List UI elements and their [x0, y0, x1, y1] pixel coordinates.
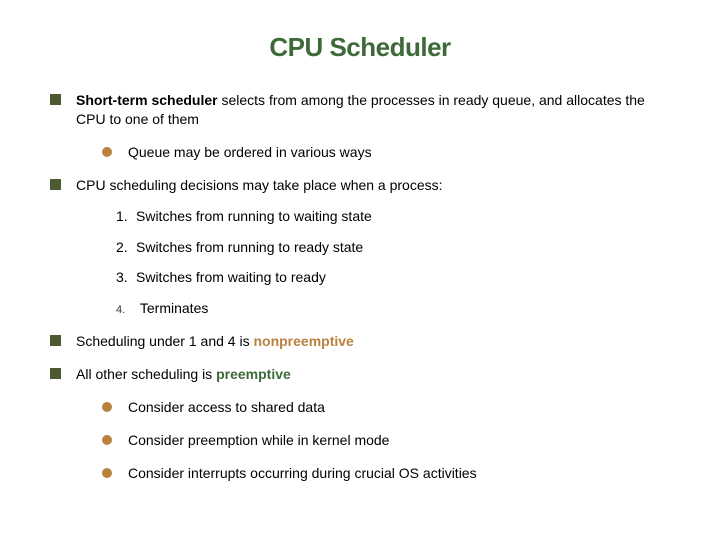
square-bullet-icon — [50, 368, 61, 379]
numbered-2: 2.Switches from running to ready state — [116, 238, 670, 257]
subbullet-4-2-text: Consider preemption while in kernel mode — [128, 432, 389, 448]
circle-bullet-icon — [102, 435, 112, 445]
bullet-4-prefix: All other scheduling is — [76, 366, 216, 382]
bullet-4: All other scheduling is preemptive Consi… — [50, 365, 670, 483]
numbered-4: 4. Terminates — [116, 299, 670, 318]
subbullet-4-2: Consider preemption while in kernel mode — [102, 431, 670, 450]
slide-title: CPU Scheduler — [50, 30, 670, 65]
bullet-1: Short-term scheduler selects from among … — [50, 91, 670, 162]
circle-bullet-icon — [102, 402, 112, 412]
numbered-1: 1.Switches from running to waiting state — [116, 207, 670, 226]
bullet-1-lead: Short-term scheduler — [76, 92, 218, 108]
subbullet-4-3: Consider interrupts occurring during cru… — [102, 464, 670, 483]
square-bullet-icon — [50, 94, 61, 105]
subbullet-1-1: Queue may be ordered in various ways — [102, 143, 670, 162]
circle-bullet-icon — [102, 468, 112, 478]
square-bullet-icon — [50, 335, 61, 346]
numbered-3: 3.Switches from waiting to ready — [116, 268, 670, 287]
bullet-2: CPU scheduling decisions may take place … — [50, 176, 670, 318]
subbullet-1-1-text: Queue may be ordered in various ways — [128, 144, 372, 160]
subbullet-4-1: Consider access to shared data — [102, 398, 670, 417]
square-bullet-icon — [50, 179, 61, 190]
bullet-3-highlight: nonpreemptive — [253, 333, 353, 349]
subbullet-4-3-text: Consider interrupts occurring during cru… — [128, 465, 477, 481]
bullet-3: Scheduling under 1 and 4 is nonpreemptiv… — [50, 332, 670, 351]
circle-bullet-icon — [102, 147, 112, 157]
bullet-4-highlight: preemptive — [216, 366, 291, 382]
bullet-2-text: CPU scheduling decisions may take place … — [76, 177, 443, 193]
bullet-3-prefix: Scheduling under 1 and 4 is — [76, 333, 253, 349]
subbullet-4-1-text: Consider access to shared data — [128, 399, 325, 415]
